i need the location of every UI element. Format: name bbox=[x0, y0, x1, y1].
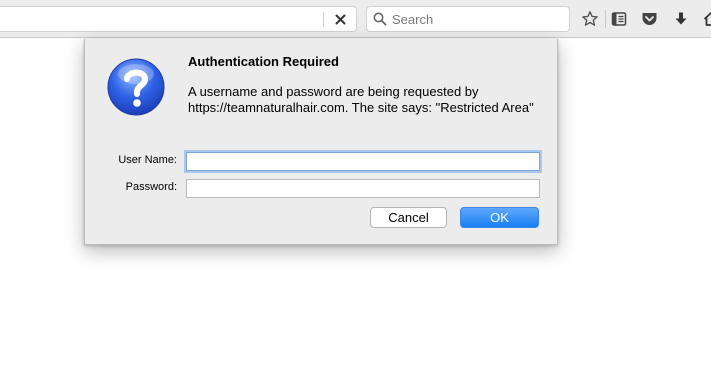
close-icon[interactable] bbox=[331, 10, 349, 28]
bookmark-star-icon[interactable] bbox=[580, 9, 600, 29]
search-input[interactable] bbox=[392, 10, 562, 28]
password-field[interactable] bbox=[186, 179, 540, 198]
toolbar-separator bbox=[605, 10, 606, 28]
browser-toolbar bbox=[0, 0, 711, 38]
cancel-button[interactable]: Cancel bbox=[370, 207, 447, 228]
username-label: User Name: bbox=[118, 154, 177, 166]
address-bar[interactable] bbox=[0, 6, 357, 32]
dialog-message: A username and password are being reques… bbox=[188, 84, 534, 115]
home-icon[interactable] bbox=[701, 9, 711, 29]
ok-button[interactable]: OK bbox=[460, 207, 539, 228]
username-field[interactable] bbox=[186, 152, 540, 171]
address-bar-divider bbox=[323, 12, 324, 27]
authentication-dialog: Authentication Required A username and p… bbox=[84, 39, 558, 245]
search-icon bbox=[373, 12, 387, 26]
download-icon[interactable] bbox=[671, 9, 691, 29]
pocket-icon[interactable] bbox=[639, 9, 659, 29]
question-icon bbox=[107, 58, 165, 116]
reading-list-icon[interactable] bbox=[609, 9, 629, 29]
search-bar[interactable] bbox=[366, 6, 570, 32]
dialog-title: Authentication Required bbox=[188, 54, 339, 69]
password-label: Password: bbox=[125, 181, 177, 193]
